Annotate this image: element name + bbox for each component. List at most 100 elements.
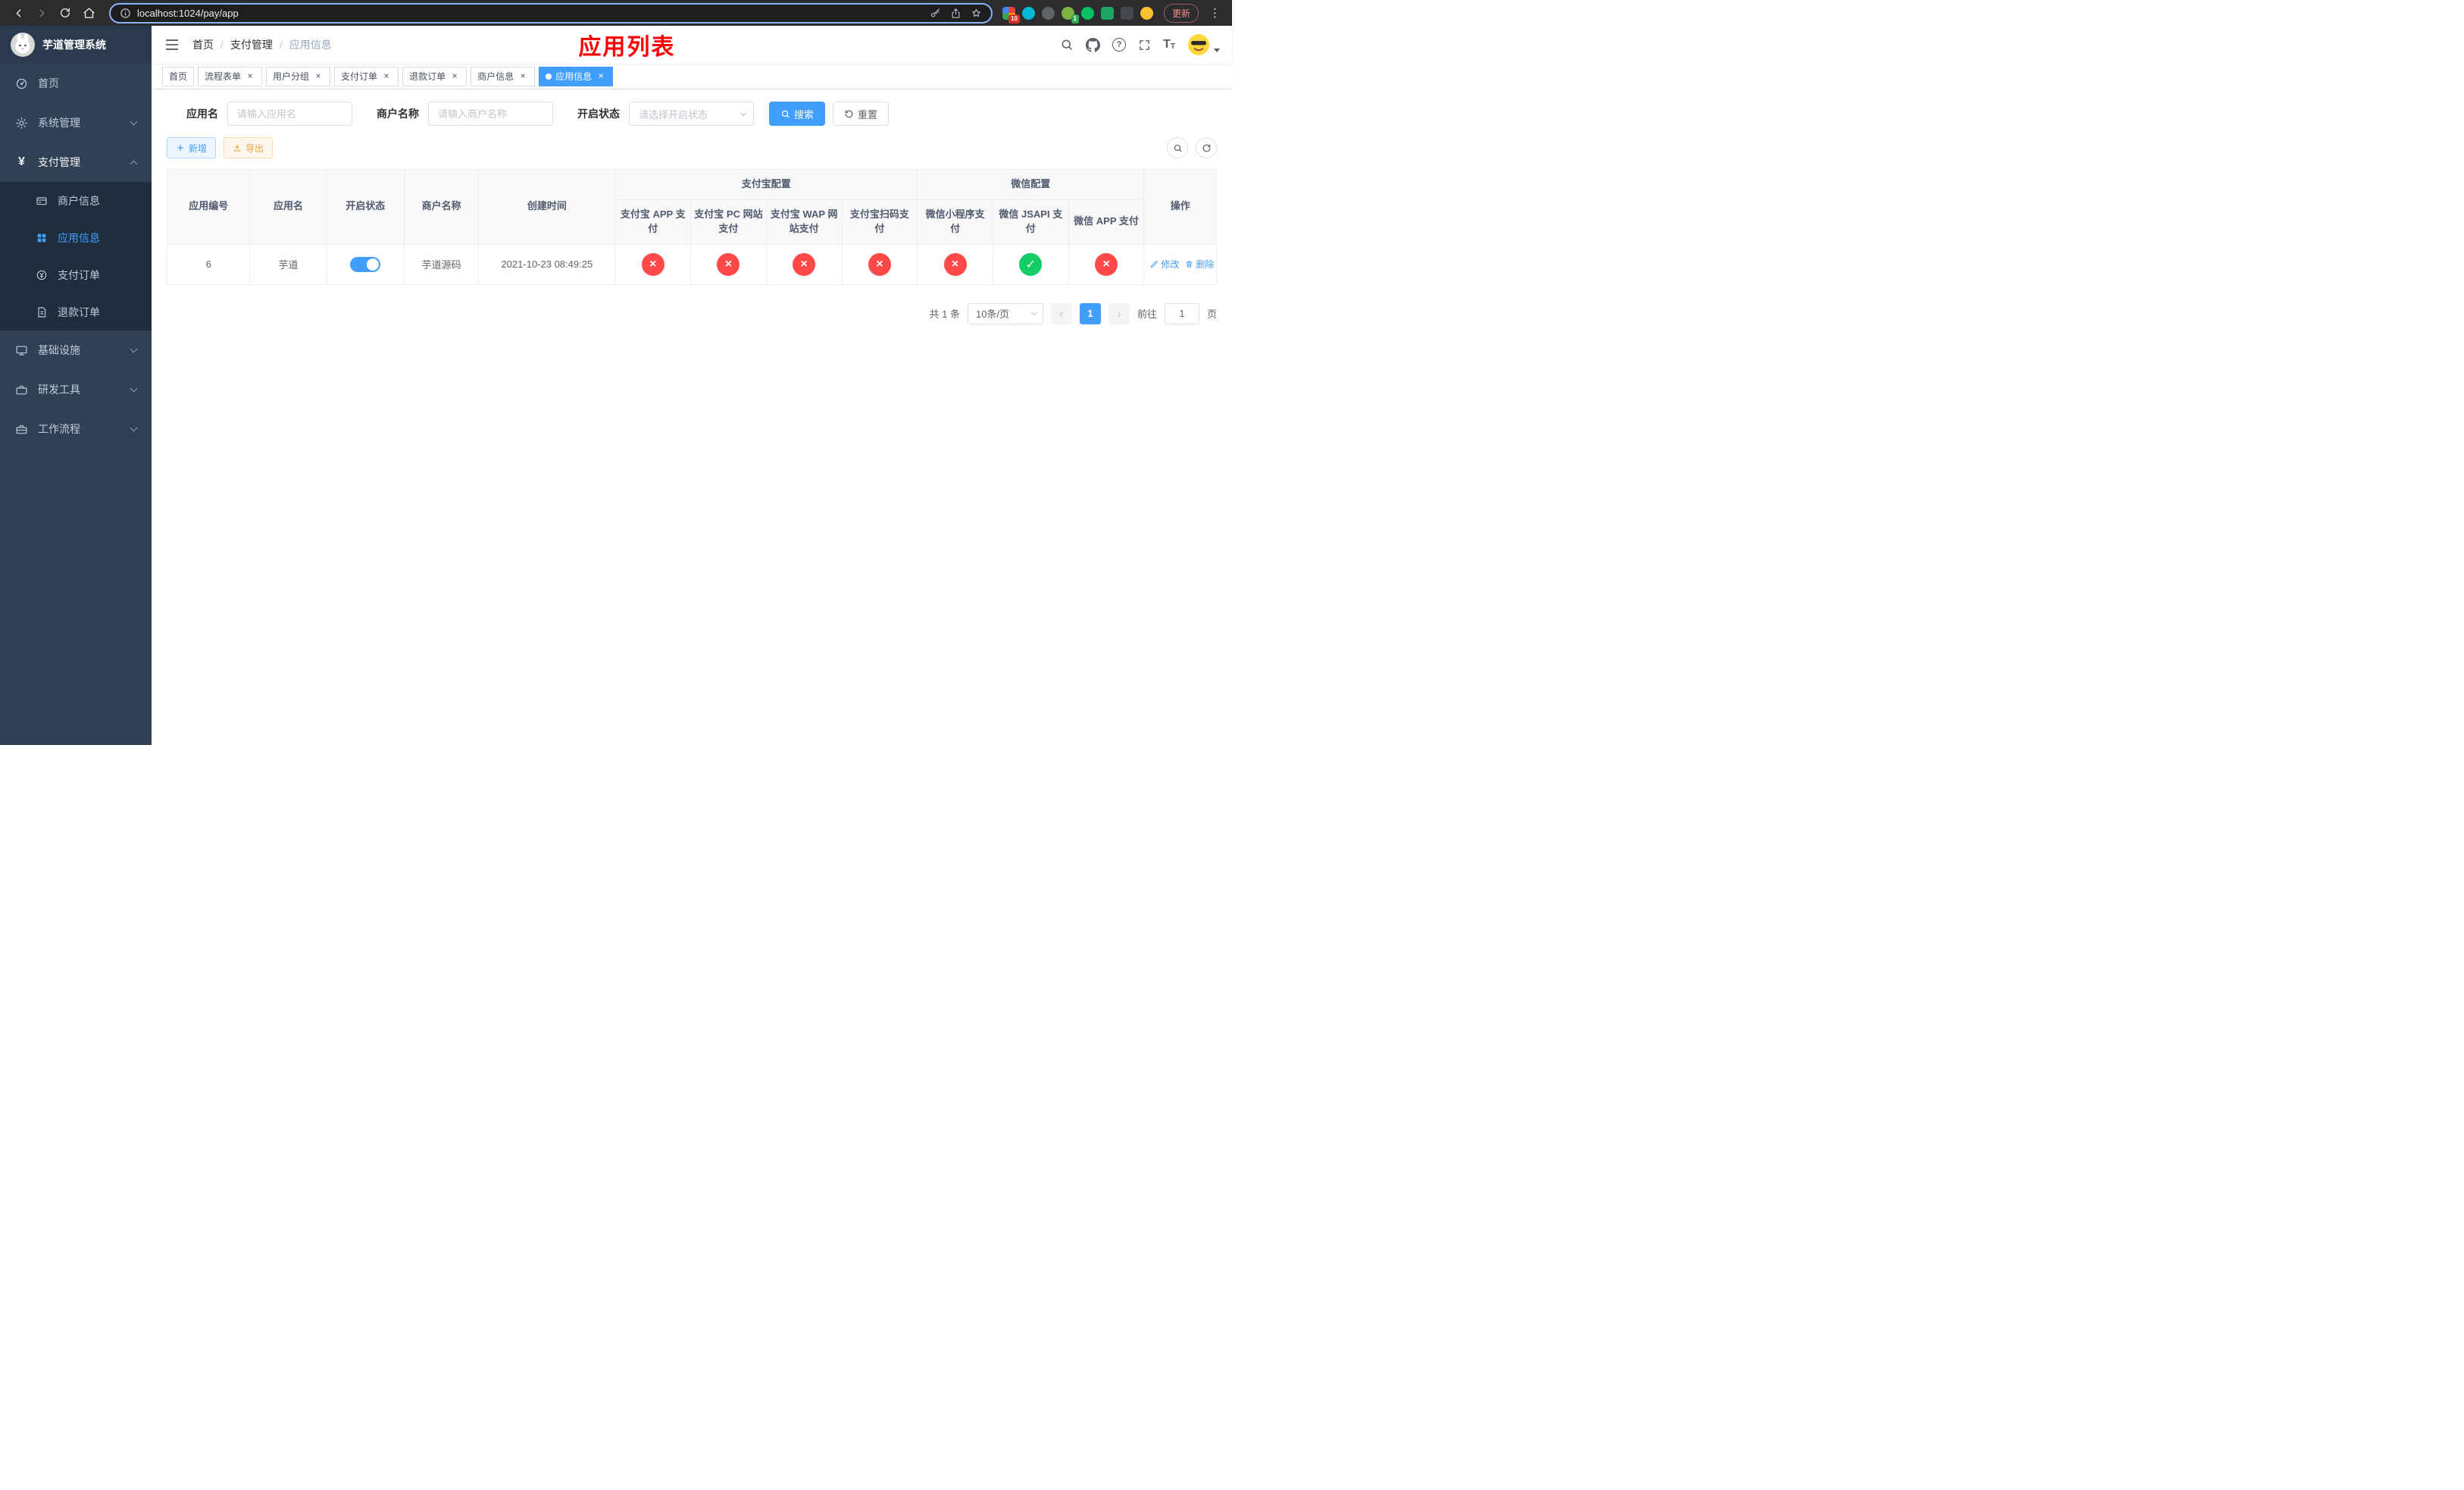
header-search-icon[interactable] (1060, 38, 1074, 52)
merchant-name-input[interactable] (428, 102, 553, 126)
sidebar-collapse-icon[interactable] (164, 36, 180, 53)
page-number-button[interactable]: 1 (1079, 302, 1101, 324)
document-icon (35, 305, 48, 318)
tab-refund-order[interactable]: 退款订单 × (402, 66, 467, 86)
add-button[interactable]: 新增 (167, 137, 217, 158)
alipay-wap-status-icon: × (793, 252, 816, 276)
tab-close-icon[interactable]: × (313, 71, 324, 82)
tab-process-form[interactable]: 流程表单 × (198, 66, 263, 86)
password-key-icon[interactable] (930, 8, 941, 19)
site-info-icon[interactable] (120, 8, 131, 19)
extension-green-square-icon[interactable] (1100, 6, 1114, 20)
col-group-alipay: 支付宝配置 (614, 169, 918, 200)
sidebar-item-app-info[interactable]: 应用信息 (0, 219, 152, 256)
status-select[interactable]: 请选择开启状态 (629, 102, 754, 126)
fullscreen-icon[interactable] (1138, 39, 1151, 52)
goto-unit: 页 (1206, 308, 1217, 321)
extension-wechat-icon[interactable] (1080, 6, 1094, 20)
status-toggle[interactable] (350, 256, 381, 272)
logo[interactable]: 芋道管理系统 (0, 26, 152, 64)
reset-button[interactable]: 重置 (833, 102, 890, 126)
github-icon[interactable] (1086, 37, 1101, 52)
tab-close-icon[interactable]: × (449, 71, 460, 82)
browser-forward-button[interactable] (31, 3, 52, 23)
chevron-down-icon (130, 117, 138, 126)
tab-user-group[interactable]: 用户分组 × (266, 66, 331, 86)
col-header-wechat-mini: 微信小程序支付 (917, 199, 993, 245)
refresh-table-button[interactable] (1196, 137, 1217, 158)
sidebar-item-home[interactable]: 首页 (0, 64, 152, 103)
tab-merchant-info[interactable]: 商户信息 × (471, 66, 536, 86)
app-title: 芋道管理系统 (42, 39, 106, 51)
search-button[interactable]: 搜索 (769, 102, 826, 126)
tab-close-icon[interactable]: × (381, 71, 392, 82)
pagination: 共 1 条 10条/页 ‹ 1 › 前往 页 (167, 302, 1217, 324)
browser-back-button[interactable] (8, 3, 29, 23)
sidebar-item-dev-tools[interactable]: 研发工具 (0, 370, 152, 409)
font-size-icon[interactable]: TT (1163, 39, 1175, 51)
browser-update-button[interactable]: 更新 (1163, 3, 1199, 23)
tab-pay-order[interactable]: 支付订单 × (334, 66, 399, 86)
cell-status (326, 243, 405, 285)
url-bar[interactable]: localhost:1024/pay/app (109, 2, 993, 23)
breadcrumb-payment[interactable]: 支付管理 (230, 37, 273, 52)
sidebar-item-label: 基础设施 (38, 344, 80, 356)
app-name-input[interactable] (227, 102, 352, 126)
sidebar-item-pay-order[interactable]: 支付订单 (0, 256, 152, 293)
share-icon[interactable] (950, 8, 962, 19)
chevron-down-icon (1030, 308, 1038, 316)
extension-dark-icon[interactable] (1041, 6, 1055, 20)
sidebar-item-refund-order[interactable]: 退款订单 (0, 293, 152, 330)
extension-grid-icon[interactable]: 10 (1002, 6, 1020, 23)
chevron-down-icon (130, 384, 138, 393)
table-toolbar: 新增 导出 (167, 137, 1217, 158)
url-text[interactable]: localhost:1024/pay/app (137, 8, 924, 19)
cell-actions: 修改 删除 (1143, 243, 1217, 285)
sidebar-item-merchant-info[interactable]: 商户信息 (0, 182, 152, 219)
sidebar-item-label: 研发工具 (38, 383, 80, 396)
extension-avatar-icon[interactable] (1140, 6, 1153, 20)
page-size-select[interactable]: 10条/页 (967, 302, 1043, 324)
col-header-created-at: 创建时间 (478, 169, 616, 245)
goto-page-input[interactable] (1164, 302, 1199, 324)
sidebar-item-system[interactable]: 系统管理 (0, 103, 152, 142)
col-header-wechat-app: 微信 APP 支付 (1068, 199, 1145, 245)
alipay-pc-status-icon: × (717, 252, 740, 276)
bookmark-star-icon[interactable] (971, 8, 982, 19)
prev-page-button[interactable]: ‹ (1050, 302, 1072, 324)
tab-close-icon[interactable]: × (518, 71, 528, 82)
top-navbar: 首页 / 支付管理 / 应用信息 应用列表 ? TT (152, 26, 1232, 64)
sidebar-item-payment[interactable]: ¥ 支付管理 (0, 142, 152, 182)
wechat-app-status-icon: × (1095, 252, 1118, 276)
extension-drop-icon[interactable] (1021, 6, 1035, 20)
export-button[interactable]: 导出 (224, 137, 274, 158)
next-page-button[interactable]: › (1108, 302, 1130, 324)
help-icon[interactable]: ? (1112, 38, 1127, 52)
tab-home[interactable]: 首页 (162, 66, 195, 86)
sidebar: 芋道管理系统 首页 系统管理 ¥ 支付管理 商户信息 应用信息 支付订单 退款订… (0, 26, 152, 745)
edit-button[interactable]: 修改 (1150, 258, 1179, 271)
breadcrumb-home[interactable]: 首页 (192, 37, 214, 52)
tab-close-icon[interactable]: × (596, 71, 606, 82)
user-menu[interactable] (1187, 33, 1220, 56)
sidebar-item-infrastructure[interactable]: 基础设施 (0, 330, 152, 370)
delete-button[interactable]: 删除 (1185, 258, 1214, 271)
browser-menu-icon[interactable]: ⋮ (1205, 6, 1224, 20)
tab-app-info[interactable]: 应用信息 × (539, 66, 614, 86)
tab-close-icon[interactable]: × (245, 71, 255, 82)
sidebar-item-workflow[interactable]: 工作流程 (0, 409, 152, 449)
toolbox-icon (15, 383, 28, 396)
browser-reload-button[interactable] (55, 3, 76, 23)
breadcrumb-current: 应用信息 (289, 39, 332, 51)
browser-home-button[interactable] (78, 3, 99, 23)
logo-avatar (11, 33, 35, 57)
toggle-search-button[interactable] (1167, 137, 1188, 158)
extension-translate-icon[interactable]: 1 (1061, 6, 1079, 23)
credit-card-icon (35, 194, 48, 207)
chevron-down-icon (740, 109, 747, 116)
extension-pin-icon[interactable] (1120, 6, 1134, 20)
monitor-icon (15, 344, 28, 357)
col-header-status: 开启状态 (326, 169, 405, 245)
col-header-wechat-jsapi: 微信 JSAPI 支付 (992, 199, 1069, 245)
grid-icon (35, 231, 48, 244)
